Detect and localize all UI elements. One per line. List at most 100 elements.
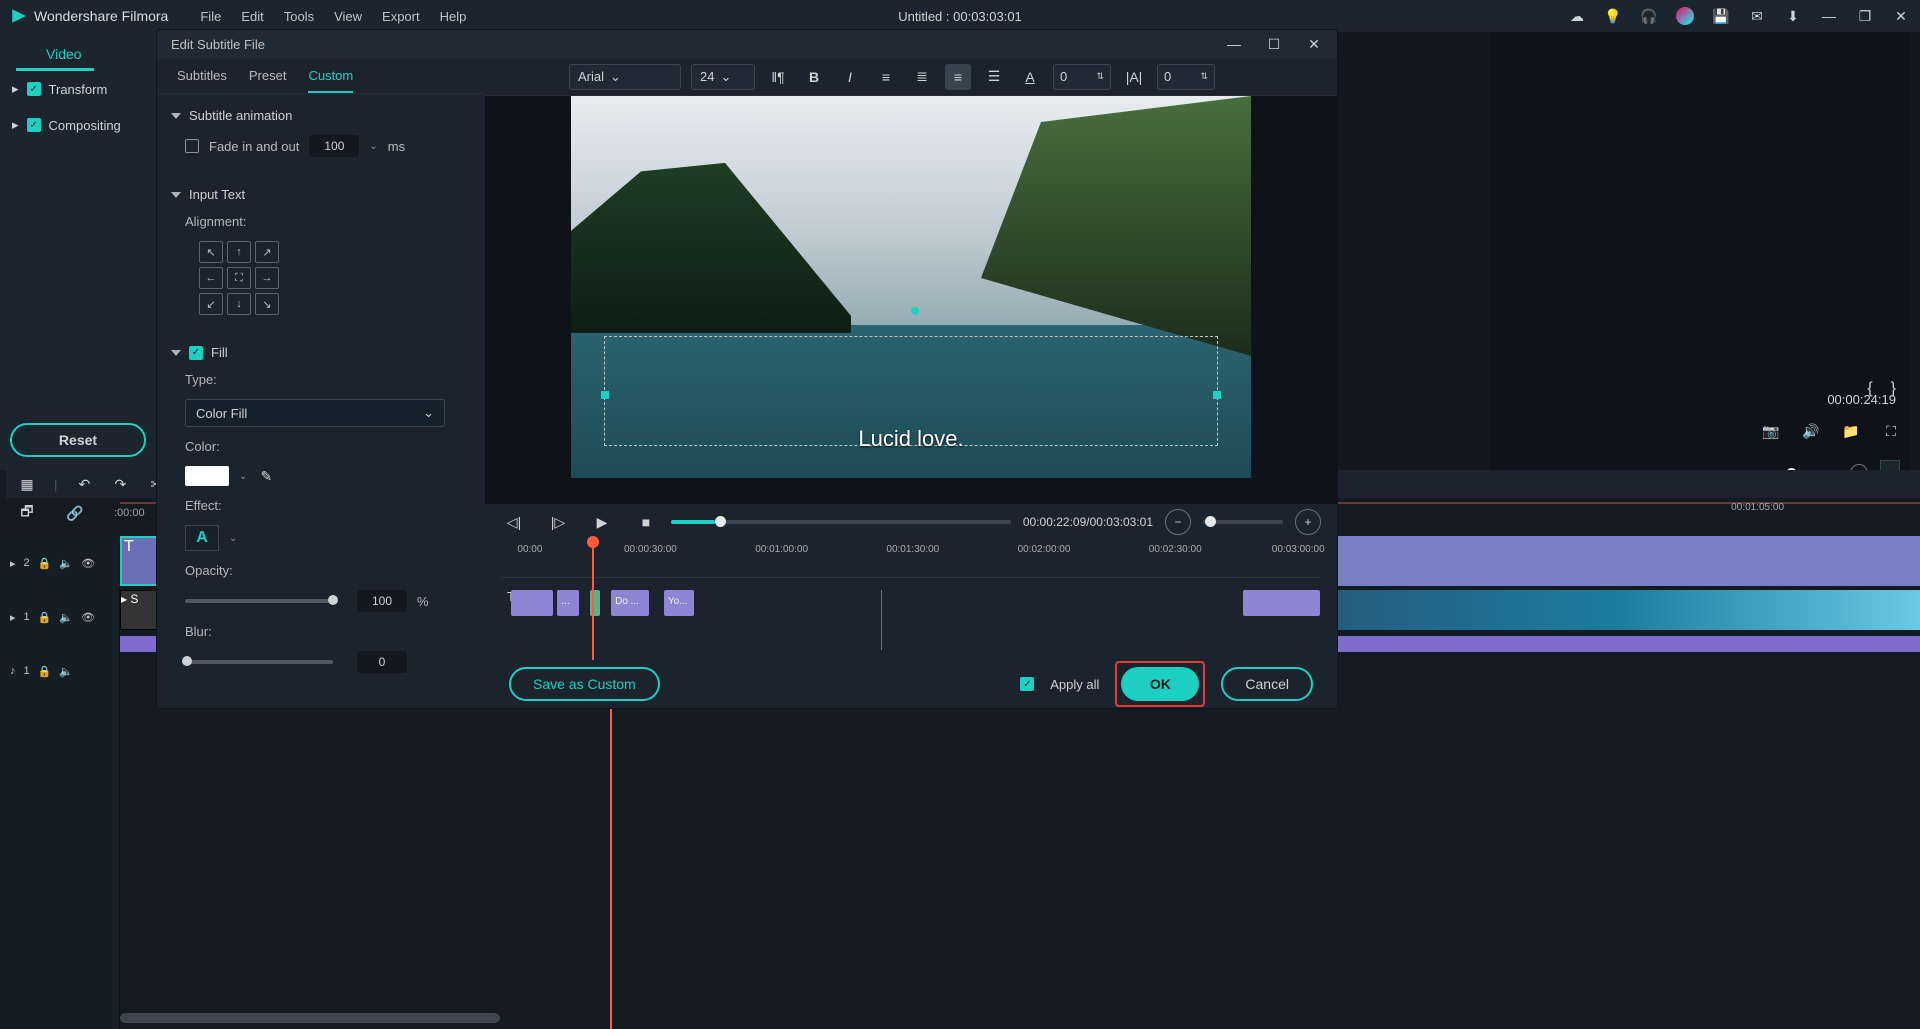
spinner-icon[interactable]: ⇅ — [1096, 71, 1104, 82]
transform-checkbox[interactable]: ✓ — [27, 82, 41, 96]
dialog-maximize-icon[interactable]: ☐ — [1265, 35, 1283, 53]
opacity-slider[interactable] — [185, 599, 333, 603]
undo-icon[interactable]: ↶ — [75, 475, 93, 493]
menu-edit[interactable]: Edit — [241, 9, 263, 24]
track-row-audio[interactable]: ♪ 1 🔒 🔈 — [0, 644, 119, 698]
align-bottom[interactable]: ↓ — [227, 293, 251, 315]
redo-icon[interactable]: ↷ — [111, 475, 129, 493]
spinner-icon[interactable]: ⇅ — [1200, 71, 1208, 82]
track-play-icon[interactable]: ▸ — [10, 557, 16, 570]
color-swatch[interactable] — [185, 466, 229, 486]
ok-button[interactable]: OK — [1121, 667, 1199, 701]
zoom-in-icon[interactable]: + — [1295, 509, 1321, 535]
close-window-icon[interactable]: ✕ — [1892, 7, 1910, 25]
menu-tools[interactable]: Tools — [284, 9, 314, 24]
align-center-icon[interactable]: ≣ — [909, 64, 935, 90]
dialog-minimize-icon[interactable]: — — [1225, 35, 1243, 53]
playback-progress[interactable] — [671, 520, 1011, 524]
timeline-scrollbar[interactable] — [120, 1013, 500, 1023]
text-track-clip[interactable] — [1320, 536, 1920, 586]
play-icon[interactable]: ▶ — [589, 509, 615, 535]
align-right[interactable]: → — [255, 267, 279, 289]
fill-checkbox[interactable]: ✓ — [189, 346, 203, 360]
download-icon[interactable]: ⬇ — [1784, 7, 1802, 25]
line-height-icon[interactable]: ‖¶ — [765, 64, 791, 90]
chevron-down-icon[interactable]: ⌄ — [369, 141, 377, 152]
eyedropper-icon[interactable]: ✎ — [257, 467, 275, 485]
brace-close-icon[interactable]: } — [1891, 380, 1896, 398]
subtitle-clip[interactable]: ... — [557, 590, 578, 616]
rotate-handle-icon[interactable] — [911, 307, 919, 315]
sidebar-tab-video[interactable]: Video — [16, 40, 94, 71]
subtitle-clip[interactable]: Yo... — [664, 590, 694, 616]
align-right-icon[interactable]: ≡ — [945, 64, 971, 90]
fade-value-input[interactable]: 100 — [309, 135, 359, 157]
menu-view[interactable]: View — [334, 9, 362, 24]
text-color-icon[interactable]: A — [1017, 64, 1043, 90]
video-frame[interactable]: Lucid love. — [571, 96, 1251, 478]
align-top[interactable]: ↑ — [227, 241, 251, 263]
lock-icon[interactable]: 🔒 — [38, 665, 52, 678]
mute-icon[interactable]: 🔈 — [59, 665, 73, 678]
expand-icon[interactable]: ⛶ — [1882, 422, 1900, 440]
maximize-window-icon[interactable]: ❐ — [1856, 7, 1874, 25]
font-select[interactable]: Arial⌄ — [569, 64, 681, 90]
cloud-icon[interactable]: ☁ — [1568, 7, 1586, 25]
mute-icon[interactable]: 🔈 — [59, 557, 73, 570]
align-center[interactable]: ⛶ — [227, 267, 251, 289]
align-bottom-left[interactable]: ↙ — [199, 293, 223, 315]
subtitle-text[interactable]: Lucid love. — [858, 426, 963, 452]
audio-icon[interactable]: 🔊 — [1802, 422, 1820, 440]
italic-icon[interactable]: I — [837, 64, 863, 90]
menu-help[interactable]: Help — [440, 9, 467, 24]
track-play-icon[interactable]: ▸ — [10, 611, 16, 624]
menu-export[interactable]: Export — [382, 9, 420, 24]
layout-icon[interactable]: ▦ — [18, 475, 36, 493]
save-as-custom-button[interactable]: Save as Custom — [509, 667, 660, 701]
time-ruler[interactable]: 00:00 00:00:30:00 00:01:00:00 00:01:30:0… — [501, 540, 1321, 578]
video-clip-thumb[interactable]: ▸ S — [120, 590, 160, 630]
subtitle-clip[interactable] — [1243, 590, 1320, 616]
section-subtitle-animation[interactable]: Subtitle animation — [157, 102, 485, 129]
lock-icon[interactable]: 🔒 — [38, 557, 52, 570]
folder-icon[interactable]: 📁 — [1842, 422, 1860, 440]
step-back-icon[interactable]: ◁| — [501, 509, 527, 535]
fade-checkbox[interactable] — [185, 139, 199, 153]
dialog-close-icon[interactable]: ✕ — [1305, 35, 1323, 53]
apply-all-checkbox[interactable]: ✓ — [1020, 677, 1034, 691]
compositing-checkbox[interactable]: ✓ — [27, 118, 41, 132]
headset-icon[interactable]: 🎧 — [1640, 7, 1658, 25]
sidebar-group-transform[interactable]: ▸ ✓ Transform — [0, 71, 156, 107]
reset-button[interactable]: Reset — [10, 423, 146, 457]
snapshot-icon[interactable]: 📷 — [1762, 422, 1780, 440]
section-fill[interactable]: ✓ Fill — [157, 339, 485, 366]
selected-text-clip[interactable]: T — [120, 536, 160, 586]
align-left[interactable]: ← — [199, 267, 223, 289]
subtitle-clip[interactable]: Do ... — [611, 590, 649, 616]
stop-icon[interactable]: ■ — [633, 509, 659, 535]
tracking-input[interactable]: 0⇅ — [1157, 64, 1215, 90]
chevron-down-icon[interactable]: ⌄ — [239, 471, 247, 482]
minimize-window-icon[interactable]: — — [1820, 7, 1838, 25]
cancel-button[interactable]: Cancel — [1221, 667, 1313, 701]
video-clip[interactable] — [1320, 590, 1920, 630]
save-icon[interactable]: 💾 — [1712, 7, 1730, 25]
blur-slider[interactable] — [185, 660, 333, 664]
track-row-text[interactable]: ▸ 2 🔒 🔈 👁 — [0, 536, 119, 590]
subtitle-playhead[interactable] — [592, 540, 594, 660]
tab-subtitles[interactable]: Subtitles — [177, 68, 227, 93]
bold-icon[interactable]: B — [801, 64, 827, 90]
tracking-icon[interactable]: |A| — [1121, 64, 1147, 90]
align-left-icon[interactable]: ≡ — [873, 64, 899, 90]
fontsize-select[interactable]: 24⌄ — [691, 64, 755, 90]
align-bottom-right[interactable]: ↘ — [255, 293, 279, 315]
blur-value[interactable]: 0 — [357, 651, 407, 673]
track-row-video[interactable]: ▸ 1 🔒 🔈 👁 — [0, 590, 119, 644]
opacity-value[interactable]: 100 — [357, 590, 407, 612]
section-input-text[interactable]: Input Text — [157, 181, 485, 208]
media-icon[interactable]: 🗗 — [18, 504, 36, 522]
lock-icon[interactable]: 🔒 — [38, 611, 52, 624]
align-top-left[interactable]: ↖ — [199, 241, 223, 263]
sidebar-group-compositing[interactable]: ▸ ✓ Compositing — [0, 107, 156, 143]
brace-open-icon[interactable]: { — [1867, 380, 1872, 398]
